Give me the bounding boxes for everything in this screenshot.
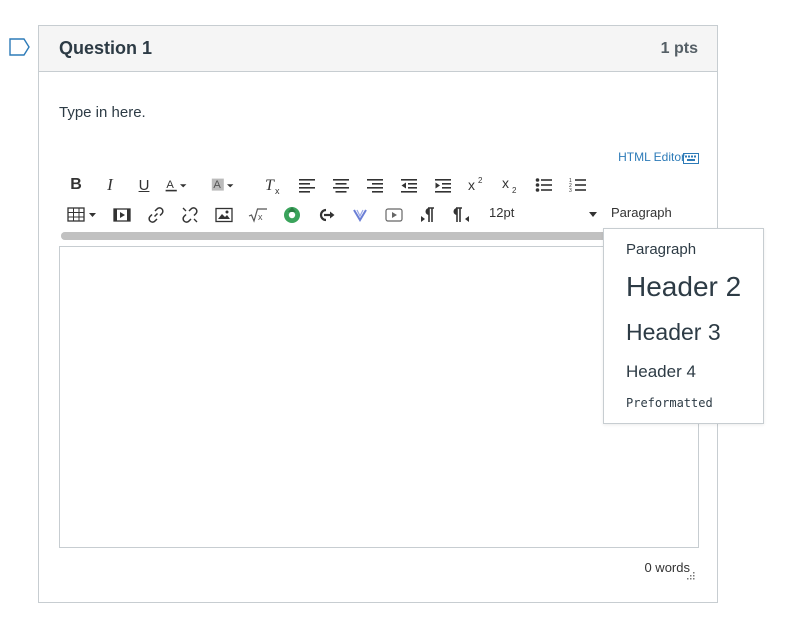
menu-item-paragraph[interactable]: Paragraph	[626, 241, 696, 258]
svg-text:x: x	[258, 212, 263, 222]
ltr-paragraph-icon[interactable]	[416, 203, 440, 227]
block-format-select[interactable]: Paragraph	[611, 205, 672, 220]
menu-item-header-3[interactable]: Header 3	[626, 319, 721, 346]
font-size-select[interactable]: 12pt	[489, 205, 597, 225]
bulleted-list-icon[interactable]	[532, 173, 556, 197]
flag-question-icon[interactable]	[9, 38, 31, 56]
block-format-menu: Paragraph Header 2 Header 3 Header 4 Pre…	[603, 228, 764, 424]
align-left-icon[interactable]	[295, 173, 319, 197]
menu-item-header-4[interactable]: Header 4	[626, 362, 696, 382]
html-editor-link[interactable]: HTML Editor	[618, 150, 685, 164]
svg-text:x: x	[502, 176, 509, 191]
clear-formatting-icon[interactable]: Tx	[261, 173, 285, 197]
video-icon[interactable]	[382, 203, 406, 227]
svg-text:2: 2	[478, 176, 483, 185]
word-count: 0 words	[644, 560, 690, 575]
svg-text:A: A	[213, 179, 221, 191]
question-title: Question 1	[59, 38, 153, 58]
svg-text:3: 3	[569, 188, 572, 193]
v-icon[interactable]	[348, 203, 372, 227]
link-icon[interactable]	[144, 203, 168, 227]
media-icon[interactable]	[110, 203, 134, 227]
keyboard-icon[interactable]	[683, 152, 699, 164]
background-color-icon[interactable]: A	[211, 173, 235, 197]
menu-item-header-2[interactable]: Header 2	[626, 271, 741, 303]
resize-handle-icon[interactable]	[687, 572, 695, 580]
question-header: Question 1 1 pts	[39, 26, 717, 72]
indent-icon[interactable]	[431, 173, 455, 197]
align-center-icon[interactable]	[329, 173, 353, 197]
underline-icon[interactable]: U	[132, 173, 156, 197]
subscript-icon[interactable]: x2	[498, 173, 522, 197]
svg-text:x: x	[468, 177, 475, 193]
menu-item-preformatted[interactable]: Preformatted	[626, 396, 713, 410]
svg-text:A: A	[166, 179, 174, 191]
italic-icon[interactable]: I	[98, 173, 122, 197]
align-right-icon[interactable]	[363, 173, 387, 197]
svg-text:x: x	[275, 186, 280, 195]
font-size-value: 12pt	[489, 205, 515, 220]
image-icon[interactable]	[212, 203, 236, 227]
svg-text:2: 2	[512, 186, 517, 194]
toolbar-scrollbar[interactable]	[61, 232, 641, 240]
share-icon[interactable]	[314, 203, 338, 227]
table-icon[interactable]	[66, 203, 100, 227]
text-color-icon[interactable]: A	[164, 173, 188, 197]
svg-text:T: T	[265, 177, 275, 194]
bold-icon[interactable]: B	[64, 173, 88, 197]
chevron-down-icon	[589, 212, 597, 217]
superscript-icon[interactable]: x2	[464, 173, 488, 197]
rtl-paragraph-icon[interactable]	[450, 203, 474, 227]
question-prompt: Type in here.	[59, 104, 146, 121]
outdent-icon[interactable]	[397, 173, 421, 197]
numbered-list-icon[interactable]: 123	[566, 173, 590, 197]
green-app-icon[interactable]	[280, 203, 304, 227]
unlink-icon[interactable]	[178, 203, 202, 227]
question-points: 1 pts	[660, 40, 698, 57]
equation-icon[interactable]: x	[246, 203, 270, 227]
scrollbar-thumb[interactable]	[61, 232, 641, 240]
